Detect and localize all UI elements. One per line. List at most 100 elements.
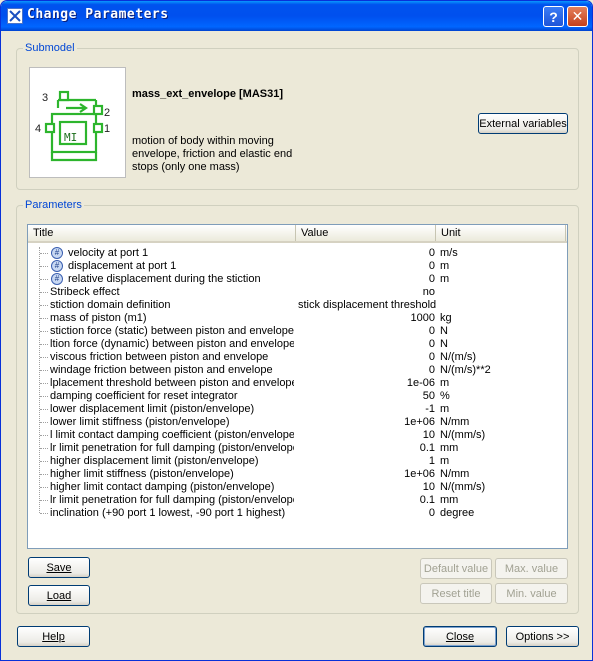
submodel-diagram: MI 3 2 4 1 bbox=[29, 67, 126, 178]
parameter-value[interactable]: 0 bbox=[298, 507, 435, 520]
min-value-button[interactable]: Min. value bbox=[495, 583, 568, 604]
parameter-title: windage friction between piston and enve… bbox=[50, 364, 273, 376]
parameter-row[interactable]: lr limit penetration for full damping (p… bbox=[28, 442, 567, 455]
parameter-value[interactable]: 1e-06 bbox=[298, 377, 435, 390]
help-button[interactable]: Help bbox=[17, 626, 90, 647]
variable-icon: # bbox=[51, 247, 63, 259]
parameter-unit: m bbox=[440, 377, 450, 389]
parameter-value[interactable]: 0 bbox=[298, 351, 435, 364]
parameter-row[interactable]: Stribeck effect no bbox=[28, 286, 567, 299]
parameter-row[interactable]: stiction domain definition stick displace… bbox=[28, 299, 567, 312]
external-variables-button[interactable]: External variables bbox=[478, 113, 568, 134]
parameter-unit: N/mm bbox=[440, 416, 470, 428]
parameter-value[interactable]: 0 bbox=[298, 273, 435, 286]
parameter-row[interactable]: # velocity at port 1 0 m/s bbox=[28, 247, 567, 260]
parameter-value[interactable]: 0 bbox=[298, 325, 435, 338]
parameter-value[interactable]: 0 bbox=[298, 364, 435, 377]
tree-connector bbox=[40, 357, 48, 358]
parameter-row[interactable]: # displacement at port 1 0m bbox=[28, 260, 567, 273]
parameter-row[interactable]: higher limit contact damping (piston/env… bbox=[28, 481, 567, 494]
parameter-title: lplacement threshold between piston and … bbox=[50, 377, 294, 389]
save-button[interactable]: Save bbox=[28, 557, 90, 578]
submodel-name: mass_ext_envelope [MAS31] bbox=[132, 88, 284, 100]
parameter-row[interactable]: stiction force (static) between piston a… bbox=[28, 325, 567, 338]
parameter-value[interactable]: 10 bbox=[298, 429, 435, 442]
parameter-value[interactable]: stick displacement threshold bbox=[298, 299, 436, 312]
column-header-unit[interactable]: Unit bbox=[436, 225, 566, 241]
parameter-row[interactable]: l limit contact damping coefficient (pis… bbox=[28, 429, 567, 442]
parameter-row[interactable]: ltion force (dynamic) between piston and… bbox=[28, 338, 567, 351]
parameter-row[interactable]: lr limit penetration for full damping (p… bbox=[28, 494, 567, 507]
parameter-value[interactable]: 0 bbox=[298, 247, 435, 260]
parameter-row[interactable]: lower limit stiffness (piston/envelope) 1… bbox=[28, 416, 567, 429]
tree-connector bbox=[40, 461, 48, 462]
parameter-row[interactable]: lower displacement limit (piston/envelop… bbox=[28, 403, 567, 416]
parameter-value[interactable]: 1e+06 bbox=[298, 416, 435, 429]
parameter-value[interactable]: 0 bbox=[298, 260, 435, 273]
default-value-button[interactable]: Default value bbox=[420, 558, 492, 579]
parameters-legend: Parameters bbox=[23, 199, 84, 211]
reset-title-button[interactable]: Reset title bbox=[420, 583, 492, 604]
parameter-value[interactable]: 0.1 bbox=[298, 442, 435, 455]
parameter-title: ltion force (dynamic) between piston and… bbox=[50, 338, 294, 350]
parameter-title: lower limit stiffness (piston/envelope) bbox=[50, 416, 230, 428]
variable-icon: # bbox=[51, 260, 63, 272]
diagram-port-1: 1 bbox=[104, 123, 110, 135]
column-header-title[interactable]: Title bbox=[28, 225, 296, 241]
parameter-row[interactable]: damping coefficient for reset integrator… bbox=[28, 390, 567, 403]
submodel-description: motion of body within moving envelope, f… bbox=[132, 135, 293, 173]
load-button[interactable]: Load bbox=[28, 585, 90, 606]
parameter-title: lr limit penetration for full damping (p… bbox=[50, 442, 294, 454]
parameter-value[interactable]: no bbox=[298, 286, 435, 299]
parameter-title: higher displacement limit (piston/envelo… bbox=[50, 455, 259, 467]
parameter-row[interactable]: inclination (+90 port 1 lowest, -90 port… bbox=[28, 507, 567, 520]
column-header-value[interactable]: Value bbox=[296, 225, 436, 241]
parameter-row[interactable]: viscous friction between piston and enve… bbox=[28, 351, 567, 364]
list-header: Title Value Unit bbox=[28, 225, 567, 243]
parameter-unit: m bbox=[440, 403, 450, 415]
parameter-row[interactable]: # relative displacement during the sticti… bbox=[28, 273, 567, 286]
parameter-value[interactable]: 1 bbox=[298, 455, 435, 468]
parameter-title: l limit contact damping coefficient (pis… bbox=[50, 429, 294, 441]
options-button[interactable]: Options >> bbox=[506, 626, 579, 647]
parameter-value[interactable]: 0.1 bbox=[298, 494, 435, 507]
tree-connector bbox=[40, 305, 48, 306]
help-icon[interactable]: ? bbox=[543, 6, 564, 27]
parameter-unit: m/s bbox=[440, 247, 458, 259]
tree-connector bbox=[40, 500, 48, 501]
parameter-title: viscous friction between piston and enve… bbox=[50, 351, 269, 363]
parameter-unit: N bbox=[440, 325, 448, 337]
parameter-value[interactable]: 50 bbox=[298, 390, 435, 403]
parameter-unit: N bbox=[440, 338, 448, 350]
parameter-title: displacement at port 1 bbox=[68, 260, 177, 272]
app-icon bbox=[7, 8, 23, 24]
parameter-unit: mm bbox=[440, 494, 459, 506]
diagram-port-3: 3 bbox=[42, 92, 48, 104]
tree-connector bbox=[40, 344, 48, 345]
parameter-title: stiction force (static) between piston a… bbox=[50, 325, 294, 337]
parameter-value[interactable]: 1e+06 bbox=[298, 468, 435, 481]
close-icon[interactable]: ✕ bbox=[567, 6, 588, 27]
parameter-row[interactable]: lplacement threshold between piston and … bbox=[28, 377, 567, 390]
tree-connector bbox=[40, 435, 48, 436]
tree-connector bbox=[40, 474, 48, 475]
parameter-row[interactable]: higher displacement limit (piston/envelo… bbox=[28, 455, 567, 468]
parameter-row[interactable]: higher limit stiffness (piston/envelope)… bbox=[28, 468, 567, 481]
max-value-button[interactable]: Max. value bbox=[495, 558, 568, 579]
title-bar[interactable]: Change Parameters ? ✕ bbox=[1, 1, 592, 31]
close-button[interactable]: Close bbox=[423, 626, 497, 647]
parameter-row[interactable]: mass of piston (m1) 1000 kg bbox=[28, 312, 567, 325]
parameter-row[interactable]: windage friction between piston and enve… bbox=[28, 364, 567, 377]
parameter-unit: N/mm bbox=[440, 468, 470, 480]
tree-connector bbox=[40, 448, 48, 449]
parameters-list[interactable]: Title Value Unit # velocity at port 1 0 m/s… bbox=[27, 224, 568, 549]
parameter-value[interactable]: -1 bbox=[298, 403, 435, 416]
parameter-value[interactable]: 0 bbox=[298, 338, 435, 351]
parameter-unit: % bbox=[440, 390, 450, 402]
tree-connector bbox=[40, 409, 48, 410]
parameter-title: mass of piston (m1) bbox=[50, 312, 147, 324]
tree-connector bbox=[40, 487, 48, 488]
parameter-value[interactable]: 1000 bbox=[298, 312, 435, 325]
parameter-value[interactable]: 10 bbox=[298, 481, 435, 494]
parameter-unit: N/(mm/s) bbox=[440, 429, 486, 441]
